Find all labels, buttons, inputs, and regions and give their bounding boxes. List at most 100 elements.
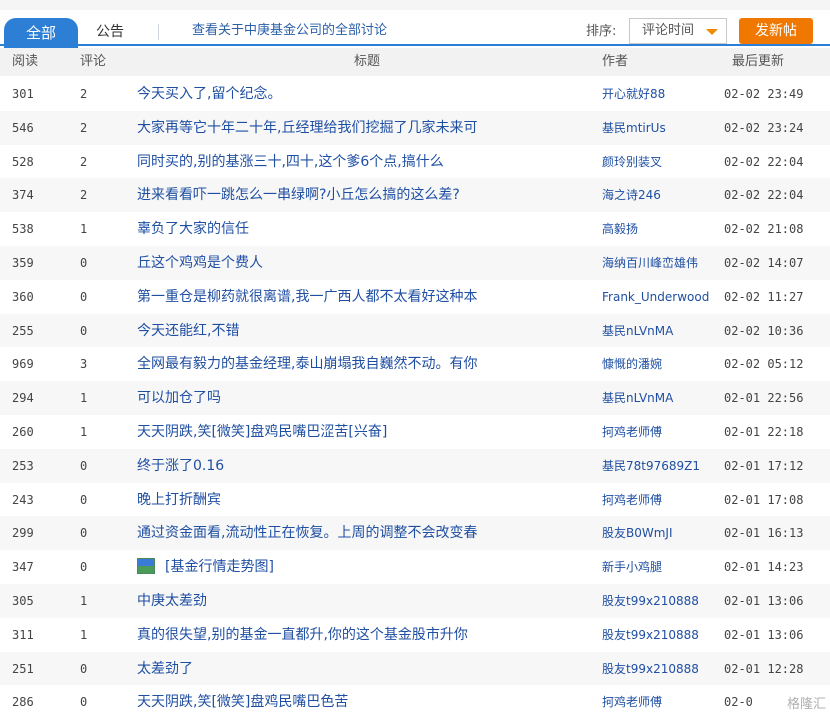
column-author: 作者: [602, 54, 629, 69]
topbar-background: [0, 0, 830, 10]
author-link[interactable]: Frank_Underwood: [602, 288, 714, 306]
new-post-button[interactable]: 发新帖: [739, 18, 813, 44]
read-count: 528: [12, 154, 34, 169]
author-link[interactable]: 抲鸡老师傅: [602, 423, 714, 441]
last-updated: 02-02 11:27: [724, 289, 804, 304]
last-updated: 02-01 12:28: [724, 661, 804, 676]
author-link[interactable]: 基民nLVnMA: [602, 322, 714, 340]
table-row[interactable]: 546 2 大家再等它十年二十年,丘经理给我们挖掘了几家未来可 基民mtirUs 02-…: [0, 110, 830, 145]
author-link[interactable]: 股友t99x210888: [602, 592, 714, 610]
post-title-link[interactable]: 今天还能红,不错: [137, 322, 577, 340]
table-row[interactable]: 360 0 第一重仓是柳药就很离谱,我一广西人都不太看好这种本 Frank_Under…: [0, 280, 830, 314]
author-link[interactable]: 基民mtirUs: [602, 119, 714, 137]
comment-count: 0: [80, 323, 88, 338]
author-link[interactable]: 海纳百川峰峦雄伟: [602, 254, 714, 272]
post-title-text: 第一重仓是柳药就很离谱,我一广西人都不太看好这种本: [137, 288, 478, 305]
table-row[interactable]: 251 0 太差劲了 股友t99x210888 02-01 12:28: [0, 651, 830, 686]
post-title-text: 中庚太差劲: [137, 592, 207, 609]
table-row[interactable]: 528 2 同时买的,别的基涨三十,四十,这个爹6个点,搞什么 颜玲别装叉 02-02 …: [0, 145, 830, 179]
author-link[interactable]: 颜玲别装叉: [602, 153, 714, 171]
post-title-link[interactable]: [基金行情走势图]: [137, 558, 577, 576]
post-title-text: 终于涨了0.16: [137, 457, 225, 474]
tab-all[interactable]: 全部: [4, 18, 78, 48]
column-updated: 最后更新: [732, 54, 785, 69]
comment-count: 0: [80, 289, 88, 304]
table-row[interactable]: 301 2 今天买入了,留个纪念。 开心就好88 02-02 23:49: [0, 77, 830, 111]
table-row[interactable]: 969 3 全网最有毅力的基金经理,泰山崩塌我自巍然不动。有你 慷慨的潘婉 02-02 …: [0, 347, 830, 381]
post-title-link[interactable]: 丘这个鸡鸡是个费人: [137, 254, 577, 272]
table-row[interactable]: 253 0 终于涨了0.16 基民78t97689Z1 02-01 17:12: [0, 448, 830, 483]
author-link[interactable]: 股友t99x210888: [602, 660, 714, 678]
last-updated: 02-01 17:12: [724, 458, 804, 473]
table-row[interactable]: 538 1 辜负了大家的信任 高毅扬 02-02 21:08: [0, 212, 830, 246]
read-count: 359: [12, 255, 34, 270]
post-title-link[interactable]: 天天阴跌,笑[微笑]盘鸡民嘴巴色苦: [137, 693, 577, 711]
table-row[interactable]: 294 1 可以加仓了吗 基民nLVnMA 02-01 22:56: [0, 381, 830, 415]
author-link[interactable]: 基民78t97689Z1: [602, 457, 714, 475]
post-title-link[interactable]: 真的很失望,别的基金一直都升,你的这个基金股市升你: [137, 626, 577, 644]
post-title-link[interactable]: 第一重仓是柳药就很离谱,我一广西人都不太看好这种本: [137, 288, 577, 306]
read-count: 253: [12, 458, 34, 473]
read-count: 301: [12, 87, 34, 101]
post-title-text: 通过资金面看,流动性正在恢复。上周的调整不会改变春: [137, 525, 478, 542]
post-title-link[interactable]: 晚上打折酬宾: [137, 491, 577, 509]
all-discussions-link[interactable]: 查看关于中庚基金公司的全部讨论: [192, 22, 387, 40]
post-title-text: 今天还能红,不错: [137, 322, 240, 339]
last-updated: 02-01 13:06: [724, 593, 804, 608]
last-updated: 02-01 13:06: [724, 627, 804, 642]
read-count: 260: [12, 424, 34, 439]
read-count: 538: [12, 222, 34, 237]
author-link[interactable]: 基民nLVnMA: [602, 389, 714, 407]
table-row[interactable]: 374 2 进来看看吓一跳怎么一串绿啊?小丘怎么搞的这么差? 海之诗246 02-02 …: [0, 178, 830, 213]
last-updated: 02-01 16:13: [724, 526, 804, 541]
sort-select[interactable]: 评论时间: [629, 18, 727, 44]
table-row[interactable]: 359 0 丘这个鸡鸡是个费人 海纳百川峰峦雄伟 02-02 14:07: [0, 245, 830, 280]
post-title-text: 全网最有毅力的基金经理,泰山崩塌我自巍然不动。有你: [137, 356, 478, 373]
post-title-link[interactable]: 同时买的,别的基涨三十,四十,这个爹6个点,搞什么: [137, 153, 577, 171]
table-row[interactable]: 243 0 晚上打折酬宾 抲鸡老师傅 02-01 17:08: [0, 483, 830, 517]
author-link[interactable]: 海之诗246: [602, 186, 714, 204]
author-link[interactable]: 抲鸡老师傅: [602, 491, 714, 509]
post-title-link[interactable]: 通过资金面看,流动性正在恢复。上周的调整不会改变春: [137, 524, 577, 542]
post-title-link[interactable]: 大家再等它十年二十年,丘经理给我们挖掘了几家未来可: [137, 119, 577, 137]
author-link[interactable]: 新手小鸡腿: [602, 558, 714, 576]
author-link[interactable]: 股友B0WmJI: [602, 524, 714, 542]
author-link[interactable]: 抲鸡老师傅: [602, 693, 714, 711]
post-title-link[interactable]: 太差劲了: [137, 660, 577, 678]
post-title-text: 晚上打折酬宾: [137, 491, 221, 508]
read-count: 299: [12, 526, 34, 541]
tab-notice[interactable]: 公告: [96, 22, 124, 42]
post-title-link[interactable]: 全网最有毅力的基金经理,泰山崩塌我自巍然不动。有你: [137, 355, 577, 373]
post-title-text: 真的很失望,别的基金一直都升,你的这个基金股市升你: [137, 626, 468, 643]
table-row[interactable]: 286 0 天天阴跌,笑[微笑]盘鸡民嘴巴色苦 抲鸡老师傅 02-0: [0, 685, 830, 714]
caret-down-icon: [706, 29, 718, 35]
author-link[interactable]: 慷慨的潘婉: [602, 355, 714, 373]
comment-count: 0: [80, 661, 88, 676]
post-title-link[interactable]: 终于涨了0.16: [137, 457, 577, 475]
post-title-text: 太差劲了: [137, 660, 193, 677]
author-link[interactable]: 高毅扬: [602, 220, 714, 238]
table-row[interactable]: 299 0 通过资金面看,流动性正在恢复。上周的调整不会改变春 股友B0WmJI 02-…: [0, 516, 830, 551]
comment-count: 2: [80, 87, 88, 101]
post-title-link[interactable]: 可以加仓了吗: [137, 389, 577, 407]
read-count: 347: [12, 560, 34, 575]
last-updated: 02-02 23:24: [724, 120, 804, 135]
post-title-link[interactable]: 中庚太差劲: [137, 592, 577, 610]
table-row[interactable]: 255 0 今天还能红,不错 基民nLVnMA 02-02 10:36: [0, 313, 830, 348]
tab-divider: [158, 24, 159, 40]
post-title-link[interactable]: 今天买入了,留个纪念。: [137, 85, 577, 103]
last-updated: 02-02 22:04: [724, 154, 804, 169]
post-title-link[interactable]: 天天阴跌,笑[微笑]盘鸡民嘴巴涩苦[兴奋]: [137, 423, 577, 441]
watermark: 格隆汇: [786, 697, 826, 712]
post-list: 301 2 今天买入了,留个纪念。 开心就好88 02-02 23:49 546 2 大家再等…: [0, 77, 830, 714]
post-title-text: 丘这个鸡鸡是个费人: [137, 254, 263, 271]
table-row[interactable]: 305 1 中庚太差劲 股友t99x210888 02-01 13:06: [0, 583, 830, 618]
table-row[interactable]: 347 0 [基金行情走势图] 新手小鸡腿 02-01 14:23: [0, 550, 830, 584]
last-updated: 02-02 21:08: [724, 222, 804, 237]
table-row[interactable]: 260 1 天天阴跌,笑[微笑]盘鸡民嘴巴涩苦[兴奋] 抲鸡老师傅 02-01 22:1…: [0, 415, 830, 449]
post-title-link[interactable]: 进来看看吓一跳怎么一串绿啊?小丘怎么搞的这么差?: [137, 186, 577, 204]
table-row[interactable]: 311 1 真的很失望,别的基金一直都升,你的这个基金股市升你 股友t99x21088…: [0, 618, 830, 652]
post-title-link[interactable]: 辜负了大家的信任: [137, 220, 577, 238]
author-link[interactable]: 股友t99x210888: [602, 626, 714, 644]
author-link[interactable]: 开心就好88: [602, 85, 714, 103]
